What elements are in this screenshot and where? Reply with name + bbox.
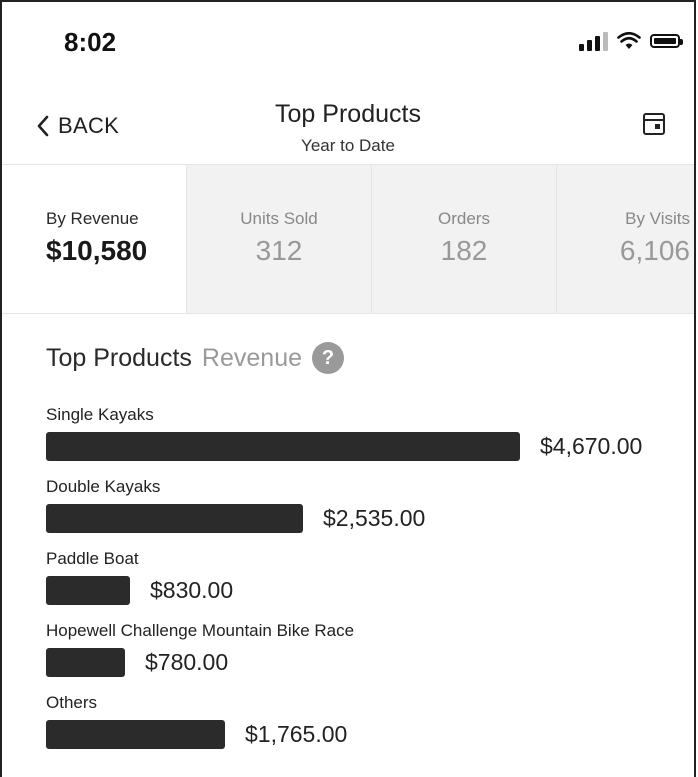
nav-bar: BACK Top Products Year to Date bbox=[2, 78, 694, 164]
bar bbox=[46, 719, 225, 749]
app-screen: 8:02 BACK Top Products Year to Date By R… bbox=[0, 0, 696, 777]
bar-line: $1,765.00 bbox=[46, 718, 686, 750]
bar-category-label: Hopewell Challenge Mountain Bike Race bbox=[46, 621, 355, 640]
metric-tabs: By Revenue $10,580 Units Sold 312 Orders… bbox=[2, 164, 694, 314]
bar-line: $2,535.00 bbox=[46, 502, 686, 534]
tab-by-visits[interactable]: By Visits 6,106 bbox=[557, 165, 694, 313]
tab-by-revenue[interactable]: By Revenue $10,580 bbox=[2, 165, 187, 313]
cellular-signal-icon bbox=[579, 31, 608, 51]
bar-value-label: $830.00 bbox=[150, 576, 234, 603]
tab-value: 6,106 bbox=[619, 235, 690, 266]
chart-row: Single Kayaks $4,670.00 bbox=[46, 404, 686, 476]
tab-value: 312 bbox=[255, 235, 303, 266]
tab-label: Orders bbox=[438, 209, 490, 228]
bar-line: $830.00 bbox=[46, 574, 686, 606]
page-subtitle: Year to Date bbox=[301, 136, 395, 155]
status-icons bbox=[579, 31, 683, 51]
revenue-bar-chart: Single Kayaks $4,670.00 Double Kayaks $2,53… bbox=[46, 404, 686, 764]
tab-value: 182 bbox=[440, 235, 488, 266]
chart-row: Paddle Boat $830.00 bbox=[46, 548, 686, 620]
bar bbox=[46, 647, 125, 677]
chart-row: Others $1,765.00 bbox=[46, 692, 686, 764]
help-icon[interactable]: ? bbox=[312, 342, 344, 374]
bar-value-label: $780.00 bbox=[145, 648, 229, 675]
bar bbox=[46, 575, 130, 605]
bar-category-label: Single Kayaks bbox=[46, 405, 154, 424]
bar-value-label: $1,765.00 bbox=[245, 720, 348, 747]
section-title: Top Products bbox=[46, 343, 192, 372]
bar-line: $780.00 bbox=[46, 646, 686, 678]
tab-label: Units Sold bbox=[240, 209, 318, 228]
status-bar: 8:02 bbox=[2, 2, 694, 78]
bar-category-label: Double Kayaks bbox=[46, 477, 161, 496]
page-title: Top Products bbox=[275, 100, 421, 128]
bar-value-label: $2,535.00 bbox=[323, 504, 426, 531]
tab-units-sold[interactable]: Units Sold 312 bbox=[187, 165, 372, 313]
bar-value-label: $4,670.00 bbox=[540, 432, 643, 459]
section-subtitle: Revenue bbox=[201, 343, 302, 372]
tab-orders[interactable]: Orders 182 bbox=[372, 165, 557, 313]
bar bbox=[46, 503, 303, 533]
section-header: Top Products Revenue ? bbox=[46, 342, 344, 374]
battery-icon bbox=[650, 34, 683, 48]
bar-category-label: Paddle Boat bbox=[46, 549, 139, 568]
chart-row: Double Kayaks $2,535.00 bbox=[46, 476, 686, 548]
bar-line: $4,670.00 bbox=[46, 430, 686, 462]
chart-row: Hopewell Challenge Mountain Bike Race $78… bbox=[46, 620, 686, 692]
tab-label: By Visits bbox=[625, 209, 690, 228]
bar-category-label: Others bbox=[46, 693, 98, 712]
bar bbox=[46, 431, 520, 461]
tab-value: $10,580 bbox=[46, 235, 148, 266]
status-time: 8:02 bbox=[64, 27, 117, 57]
wifi-icon bbox=[617, 32, 641, 49]
tab-label: By Revenue bbox=[46, 209, 139, 228]
calendar-icon[interactable] bbox=[642, 112, 666, 136]
